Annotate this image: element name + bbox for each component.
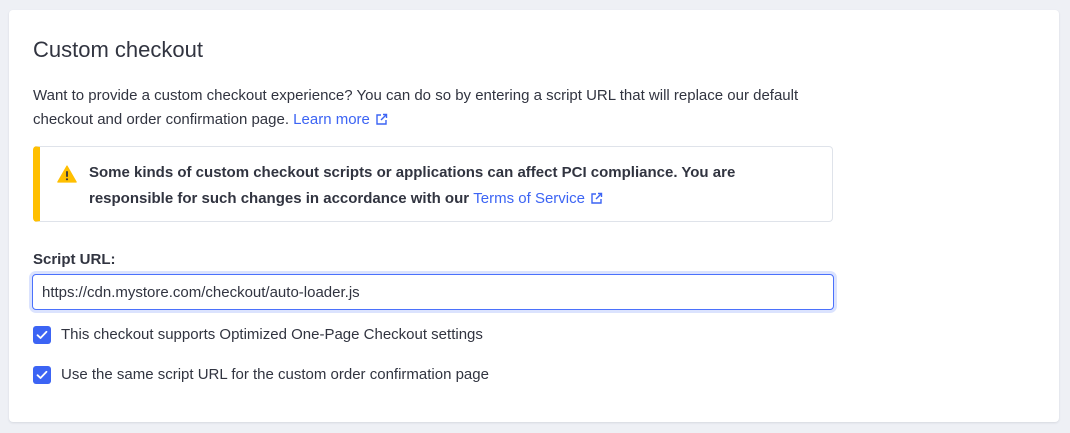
learn-more-label: Learn more [293, 111, 370, 128]
alert-message-text: Some kinds of custom checkout scripts or… [89, 164, 736, 207]
section-description: Want to provide a custom checkout experi… [33, 84, 833, 132]
same-script-url-option[interactable]: Use the same script URL for the custom o… [33, 365, 489, 385]
alert-message: Some kinds of custom checkout scripts or… [89, 160, 819, 212]
terms-of-service-label: Terms of Service [473, 190, 585, 207]
optimized-one-page-checkout-option[interactable]: This checkout supports Optimized One-Pag… [33, 325, 483, 345]
learn-more-link[interactable]: Learn more [293, 111, 388, 128]
script-url-input[interactable] [32, 274, 834, 310]
same-script-url-label: Use the same script URL for the custom o… [61, 366, 489, 383]
script-url-label: Script URL: [33, 251, 116, 268]
checkmark-icon [36, 370, 48, 379]
checkmark-icon [36, 330, 48, 339]
warning-icon [57, 165, 77, 183]
pci-warning-alert: Some kinds of custom checkout scripts or… [33, 146, 833, 222]
description-text: Want to provide a custom checkout experi… [33, 87, 799, 128]
optimized-one-page-label: This checkout supports Optimized One-Pag… [61, 326, 483, 343]
external-link-icon [376, 113, 388, 125]
external-link-icon [591, 192, 603, 204]
custom-checkout-card: Custom checkout Want to provide a custom… [9, 10, 1059, 422]
terms-of-service-link[interactable]: Terms of Service [473, 190, 603, 207]
optimized-one-page-checkbox[interactable] [33, 326, 51, 344]
section-title: Custom checkout [33, 37, 203, 62]
same-script-url-checkbox[interactable] [33, 366, 51, 384]
